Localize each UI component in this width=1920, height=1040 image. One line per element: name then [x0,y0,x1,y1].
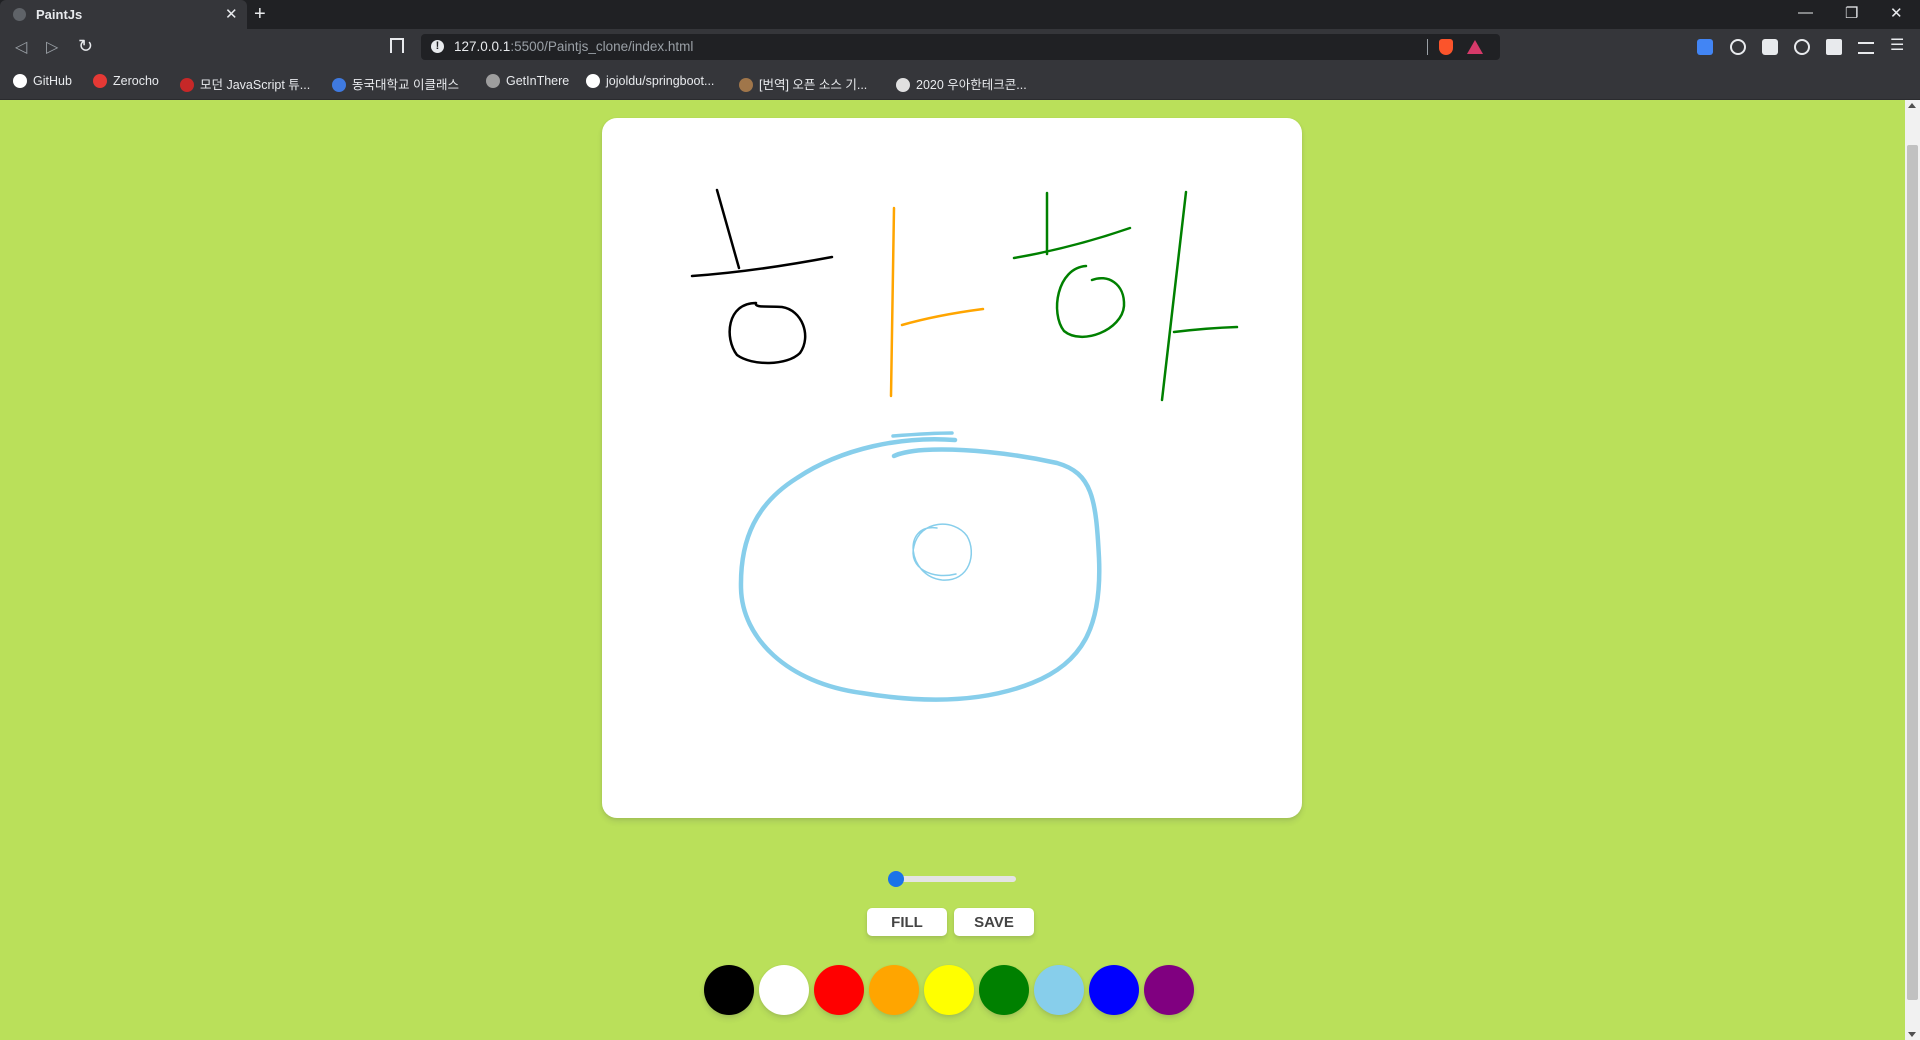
color-swatch[interactable] [924,965,974,1015]
stroke-black-2 [690,255,834,278]
color-swatch[interactable] [759,965,809,1015]
stroke-orange-1 [889,206,896,398]
bookmark-modern-js[interactable]: 모던 JavaScript 튜... [180,74,310,93]
info-icon[interactable]: ! [431,40,444,53]
notion-extension-icon[interactable] [1762,39,1778,55]
getinthere-icon [486,74,500,88]
bookmark-zerocho[interactable]: Zerocho [93,74,159,88]
forward-icon[interactable]: ▷ [46,37,58,57]
extensions-puzzle-icon[interactable] [1826,39,1842,55]
bookmark-opensource[interactable]: [번역] 오픈 소스 기... [739,74,867,93]
paint-canvas[interactable] [602,118,1302,818]
stroke-green-2 [1012,226,1132,260]
color-swatch[interactable] [704,965,754,1015]
bookmark-woowacon[interactable]: 2020 우아한테크콘... [896,74,1027,93]
color-swatch[interactable] [979,965,1029,1015]
restore-button[interactable]: ❐ [1845,4,1858,22]
minimize-button[interactable]: — [1798,4,1813,21]
stroke-black-3 [728,301,807,365]
bookmark-label: jojoldu/springboot... [606,74,715,88]
bookmark-getinthere[interactable]: GetInThere [486,74,569,88]
stroke-green-3 [1055,264,1126,339]
scroll-down-icon[interactable] [1908,1032,1916,1037]
omnibox-divider [1427,39,1428,55]
bookmark-eclass[interactable]: 동국대학교 이클래스 [332,74,459,93]
slider-thumb[interactable] [888,871,904,887]
scrollbar-thumb[interactable] [1907,145,1918,1000]
fill-button[interactable]: FILL [867,908,947,936]
url-text: 127.0.0.1:5500/Paintjs_clone/index.html [454,39,693,54]
brave-rewards-icon[interactable] [1467,40,1483,54]
bookmark-label: 2020 우아한테크콘... [916,78,1027,92]
color-swatch[interactable] [1144,965,1194,1015]
stroke-skyblue-1 [738,437,1102,702]
color-swatch[interactable] [1034,965,1084,1015]
tab-title: PaintJs [36,7,83,22]
bookmark-label: 동국대학교 이클래스 [352,78,459,92]
eclass-icon [332,78,346,92]
bookmark-jojoldu[interactable]: jojoldu/springboot... [586,74,714,88]
bookmark-label: Zerocho [113,74,159,88]
bookmark-label: 모던 JavaScript 튜... [200,78,311,92]
bookmark-github[interactable]: GitHub [13,74,72,88]
bookmark-label: GetInThere [506,74,570,88]
close-tab-icon[interactable]: ✕ [225,5,238,23]
color-swatch[interactable] [869,965,919,1015]
menu-icon[interactable]: ☰ [1890,35,1904,55]
stroke-skyblue-3 [912,523,972,581]
url-host: 127.0.0.1 [454,39,511,54]
url-path: :5500/Paintjs_clone/index.html [510,39,694,54]
new-tab-button[interactable]: + [254,3,266,26]
address-bar[interactable]: ! 127.0.0.1:5500/Paintjs_clone/index.htm… [421,34,1500,60]
browser-toolbar: ◁ ▷ ↻ ! 127.0.0.1:5500/Paintjs_clone/ind… [0,29,1920,66]
save-button[interactable]: SAVE [954,908,1034,936]
javascript-info-icon [180,78,194,92]
github-icon [13,74,27,88]
color-swatch[interactable] [1089,965,1139,1015]
woowa-icon [896,78,910,92]
page-body: FILL SAVE [0,100,1905,1040]
playlist-icon[interactable] [1858,42,1874,54]
drawing [690,188,1239,702]
stroke-black-1 [715,188,741,270]
back-icon[interactable]: ◁ [15,37,27,57]
bookmark-label: [번역] 오픈 소스 기... [759,78,868,92]
bookmark-label: GitHub [33,74,72,88]
stroke-skyblue-2 [891,431,954,438]
react-devtools-icon[interactable] [1730,39,1746,55]
close-window-button[interactable]: ✕ [1890,4,1903,22]
brave-shields-icon[interactable] [1439,39,1453,55]
stroke-green-4 [1160,190,1188,402]
record-extension-icon[interactable] [1794,39,1810,55]
stroke-orange-2 [900,307,985,327]
scroll-up-icon[interactable] [1908,103,1916,108]
globe-icon [13,8,26,21]
brush-size-slider[interactable] [888,871,1016,887]
tab-painsjs[interactable]: PaintJs ✕ [0,0,247,29]
reload-icon[interactable]: ↻ [78,36,93,57]
page-scrollbar[interactable] [1905,100,1920,1040]
article-icon [739,78,753,92]
bookmarks-bar: GitHub Zerocho 모던 JavaScript 튜... 동국대학교 … [0,66,1920,100]
color-swatch[interactable] [814,965,864,1015]
zerocho-icon [93,74,107,88]
stroke-green-5 [1172,325,1239,334]
bookmark-icon[interactable] [390,38,404,53]
github-icon [586,74,600,88]
tab-strip: PaintJs ✕ + — ❐ ✕ [0,0,1920,29]
translate-extension-icon[interactable] [1697,39,1713,55]
